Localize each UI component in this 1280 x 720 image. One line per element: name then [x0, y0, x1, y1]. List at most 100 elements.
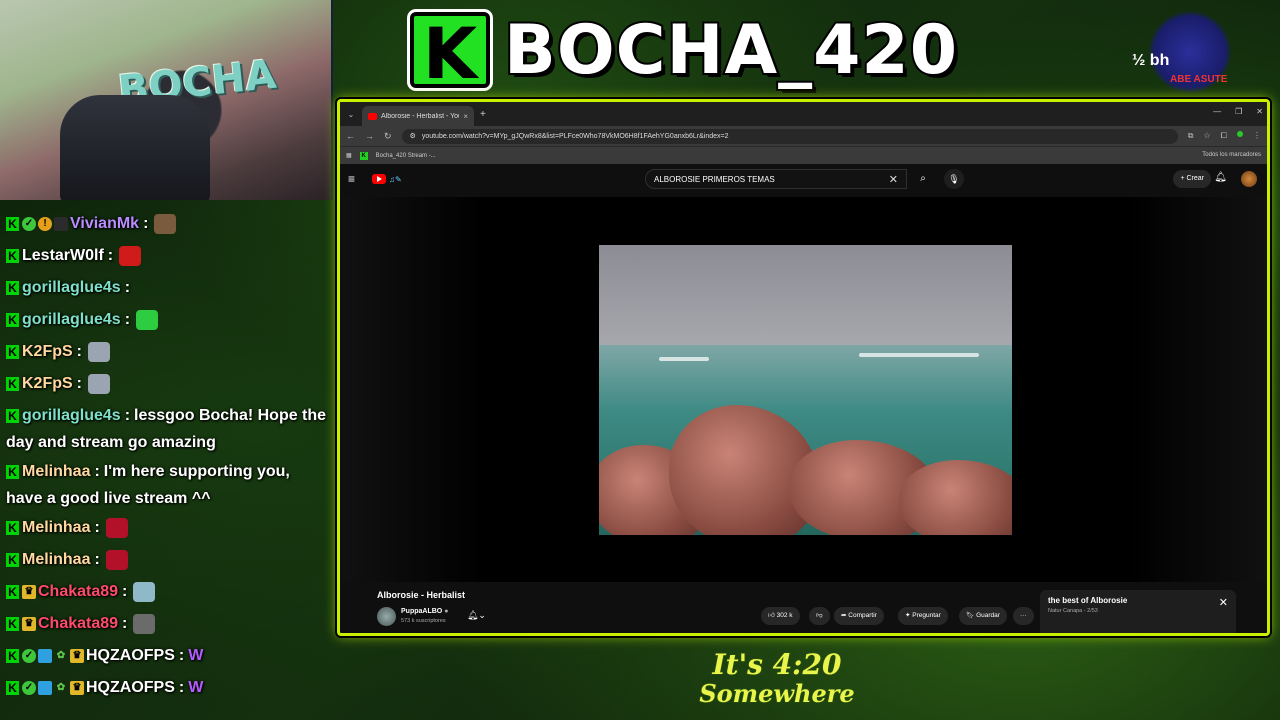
playlist-close-icon[interactable]: ✕: [1219, 596, 1228, 609]
coin-badge-icon: !: [38, 216, 52, 231]
chat-message: Kgorillaglue4s:: [0, 304, 333, 336]
window-controls: — ❐ ✕: [1213, 107, 1263, 116]
subscribe-bell-icon[interactable]: 🔔︎⌄: [467, 610, 486, 621]
chat-overlay: K ✓! VivianMk: K LestarW0lf: Kgorillaglue4s: K…: [0, 208, 333, 704]
youtube-favicon-icon: [368, 112, 377, 120]
forward-icon[interactable]: →: [365, 131, 374, 141]
stream-title: BOCHA_420: [502, 9, 959, 92]
search-icon[interactable]: ⌕: [910, 169, 936, 189]
chat-username[interactable]: Melinhaa: [22, 551, 90, 568]
install-app-icon[interactable]: ⧉: [1188, 131, 1194, 141]
verified-badge-icon: ✓: [22, 216, 36, 231]
kick-logo-icon: K: [410, 12, 490, 92]
tab-close-icon[interactable]: ×: [463, 112, 468, 121]
dislike-button[interactable]: 👎︎: [809, 607, 830, 625]
chat-separator: :: [124, 279, 131, 296]
chat-message: K Melinhaa: I'm here supporting you, have …: [0, 456, 333, 512]
chat-message: K K2FpS:: [0, 336, 333, 368]
cube-badge-icon: [38, 648, 52, 663]
chat-username[interactable]: gorillaglue4s: [22, 407, 121, 424]
leaf-badge-icon: ✿: [56, 681, 66, 693]
crown-badge-icon: ♛: [22, 616, 36, 631]
chat-message: K ♛ Chakata89:: [0, 576, 333, 608]
video-player[interactable]: [343, 197, 1267, 582]
crown-badge-icon: ♛: [22, 584, 36, 599]
close-window-icon[interactable]: ✕: [1256, 107, 1263, 116]
minimize-icon[interactable]: —: [1213, 107, 1221, 116]
browser-menu-icon[interactable]: ⋮: [1253, 131, 1261, 141]
all-bookmarks[interactable]: Todos los marcadores: [1202, 152, 1261, 158]
notifications-bell-icon[interactable]: 🔔︎: [1214, 172, 1227, 183]
reload-icon[interactable]: ↻: [384, 131, 392, 142]
chat-message: K K2FpS:: [0, 368, 333, 400]
apps-grid-icon[interactable]: ▦: [346, 152, 352, 159]
chat-username[interactable]: gorillaglue4s: [22, 311, 121, 328]
url-field[interactable]: ⚙ youtube.com/watch?v=MYp_gJQwRx8&list=P…: [401, 128, 1178, 144]
site-info-icon[interactable]: ⚙: [410, 132, 416, 140]
chat-username[interactable]: HQZAOFPS: [86, 647, 175, 664]
account-avatar[interactable]: [1241, 171, 1257, 187]
bottom-logo-line1: It's 4:20: [712, 648, 843, 681]
chat-username[interactable]: K2FpS: [22, 375, 73, 392]
tab-search-chevron-icon[interactable]: ⌄: [340, 110, 362, 119]
kick-badge-icon: K: [6, 216, 19, 231]
corner-logo: ½ bh ABE ASUTE: [1130, 8, 1260, 94]
bookmark-star-icon[interactable]: ☆: [1203, 131, 1210, 141]
extension-status-icon[interactable]: [1237, 131, 1243, 137]
search-input[interactable]: ALBOROSIE PRIMEROS TEMAS ✕: [645, 169, 907, 189]
kick-badge-icon: K: [6, 280, 19, 295]
chat-username[interactable]: Chakata89: [38, 615, 118, 632]
channel-avatar[interactable]: [377, 607, 396, 626]
chat-separator: :: [124, 407, 131, 424]
chat-emote-w: W: [188, 647, 204, 664]
create-button[interactable]: + Crear: [1173, 170, 1211, 188]
new-tab-icon[interactable]: +: [480, 109, 486, 120]
chat-emote-icon: [133, 613, 156, 634]
chat-username[interactable]: K2FpS: [22, 343, 73, 360]
chat-emote-icon: [105, 517, 128, 538]
chat-separator: :: [122, 615, 128, 632]
chat-username[interactable]: VivianMk: [70, 215, 139, 232]
chat-username[interactable]: gorillaglue4s: [22, 279, 121, 296]
chat-emote-icon: [88, 341, 110, 362]
chat-emote-icon: [119, 245, 142, 266]
maximize-icon[interactable]: ❐: [1235, 107, 1242, 116]
back-icon[interactable]: ←: [346, 131, 355, 141]
extensions-icon[interactable]: ⧠: [1221, 131, 1227, 141]
bottom-logo-line2: Somewhere: [698, 679, 855, 709]
kick-badge-icon: K: [6, 680, 19, 695]
verified-icon: ●: [444, 608, 449, 615]
share-button[interactable]: ➦ Compartir: [834, 607, 884, 625]
chat-separator: :: [124, 311, 131, 328]
save-button[interactable]: 🔖︎ Guardar: [959, 607, 1007, 625]
like-button[interactable]: 👍︎ 302 k: [761, 607, 800, 625]
video-frame[interactable]: [599, 245, 1012, 535]
tab-title: Alborosie - Herbalist - You: [381, 112, 460, 120]
bookmark-item[interactable]: Bocha_420 Stream -...: [376, 153, 436, 159]
chat-username[interactable]: Chakata89: [38, 583, 118, 600]
microphone-icon[interactable]: 🎙︎: [944, 169, 964, 189]
chat-separator: :: [178, 679, 185, 696]
youtube-logo-icon[interactable]: [372, 174, 386, 184]
kick-bookmark-icon: K: [359, 151, 368, 160]
chat-separator: :: [76, 343, 82, 360]
browser-tab[interactable]: Alborosie - Herbalist - You ×: [362, 106, 474, 126]
chat-username[interactable]: Melinhaa: [22, 463, 90, 480]
kick-badge-icon: K: [6, 248, 19, 263]
clear-search-icon[interactable]: ✕: [889, 173, 898, 186]
playlist-panel[interactable]: the best of Alborosie Natur Canapa - 2/5…: [1040, 590, 1236, 633]
kick-badge-icon: K: [6, 648, 19, 663]
channel-name[interactable]: PuppaALBO ●: [401, 608, 448, 615]
more-actions-button[interactable]: ···: [1013, 607, 1034, 625]
hamburger-menu-icon[interactable]: ≡: [348, 172, 368, 186]
youtube-header: ≡ ♫✎ ALBOROSIE PRIMEROS TEMAS ✕ ⌕ 🎙︎ + C…: [340, 164, 1267, 194]
crown-badge-icon: ♛: [70, 648, 84, 663]
chat-username[interactable]: Melinhaa: [22, 519, 90, 536]
chat-message: Kgorillaglue4s: lessgoo Bocha! Hope the d…: [0, 400, 333, 456]
leaf-badge-icon: ✿: [56, 649, 66, 661]
toolbar-icons: ⧉ ☆ ⧠ ⋮: [1188, 131, 1261, 141]
chat-username[interactable]: HQZAOFPS: [86, 679, 175, 696]
chat-username[interactable]: LestarW0lf: [22, 247, 104, 264]
ask-button[interactable]: ✦ Preguntar: [898, 607, 948, 625]
kick-badge-icon: K: [6, 552, 19, 567]
